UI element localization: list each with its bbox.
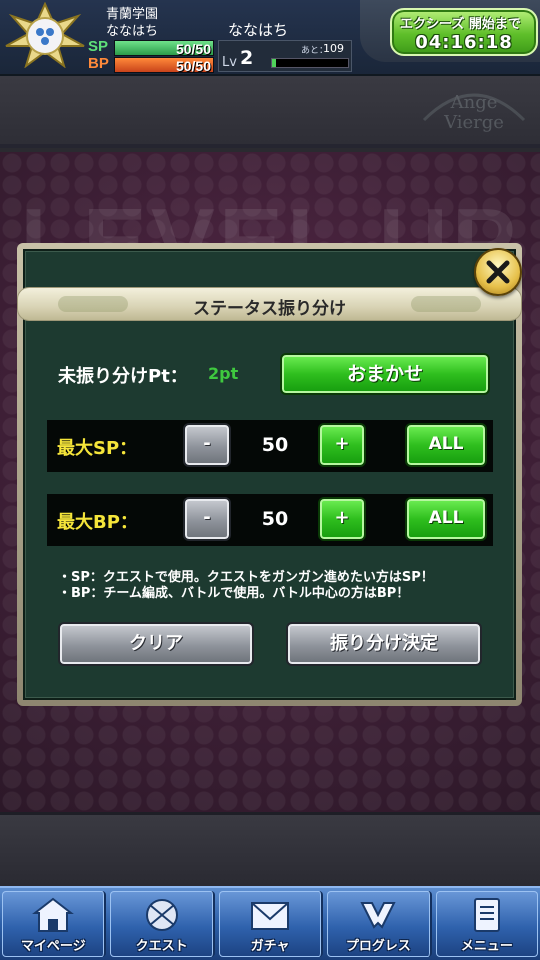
nav-mypage[interactable]: マイページ	[2, 891, 107, 957]
event-panel[interactable]: エクシーズ 開始まで 04:16:18	[360, 0, 540, 62]
bp-minus-button[interactable]: -	[183, 497, 231, 541]
player-name: ななはち	[228, 21, 289, 39]
level-value: 2	[240, 47, 254, 69]
unassigned-points-label: 未振り分けPt：	[58, 366, 188, 387]
close-button[interactable]	[474, 248, 522, 296]
dialog-title-bar: ステータス振り分け	[17, 287, 522, 321]
nav-progress[interactable]: プログレス	[327, 891, 432, 957]
unassigned-points-value: 2pt	[208, 364, 239, 383]
status-header: 青蘭学園 ななはち ななはち SP 50/50 BP 50/50 Lv 2 あと…	[0, 0, 540, 76]
player-name-sub: ななはち	[106, 24, 159, 39]
auto-assign-button[interactable]: おまかせ	[280, 353, 490, 395]
nav-mypage-label: マイページ	[20, 939, 86, 954]
exp-bar	[271, 58, 349, 68]
sp-minus-button[interactable]: -	[183, 423, 231, 467]
max-sp-value: 50	[261, 434, 289, 456]
exp-bar-fill	[272, 59, 276, 67]
quest-emblem-icon	[145, 899, 178, 931]
bottom-nav: マイページ クエスト ガチャ プログレス メニュー	[0, 886, 540, 960]
progress-ribbon-icon	[360, 902, 397, 929]
max-bp-label: 最大BP：	[57, 512, 138, 533]
bp-all-button[interactable]: ALL	[405, 497, 487, 541]
event-countdown-button[interactable]: エクシーズ 開始まで 04:16:18	[390, 8, 538, 56]
level-label: Lv	[222, 55, 237, 70]
event-title: エクシーズ 開始まで	[400, 17, 521, 32]
svg-text:Ange: Ange	[450, 92, 498, 113]
max-bp-row: 最大BP： - 50 + ALL	[47, 494, 493, 546]
clear-button[interactable]: クリア	[58, 622, 254, 666]
bp-label: BP	[88, 55, 109, 72]
event-timer: 04:16:18	[415, 32, 513, 53]
nav-menu-label: メニュー	[460, 939, 513, 954]
background-bottom	[0, 812, 540, 886]
nav-quest-label: クエスト	[135, 939, 188, 954]
svg-text:Vierge: Vierge	[443, 112, 504, 133]
nav-progress-label: プログレス	[345, 939, 411, 954]
game-logo-watermark: Ange Vierge	[414, 80, 534, 140]
confirm-allocation-button[interactable]: 振り分け決定	[286, 622, 482, 666]
dialog-title: ステータス振り分け	[193, 299, 346, 319]
nav-menu[interactable]: メニュー	[435, 891, 539, 957]
home-icon	[32, 897, 75, 932]
envelope-icon	[251, 902, 290, 930]
level-panel: Lv 2 あと： 109	[218, 40, 352, 72]
sp-bar: 50/50	[114, 40, 214, 57]
bp-value: 50/50	[175, 58, 211, 74]
nav-gacha[interactable]: ガチャ	[218, 891, 324, 957]
book-menu-icon	[473, 898, 500, 932]
close-icon	[486, 260, 510, 284]
school-emblem-icon[interactable]	[4, 1, 86, 69]
max-sp-label: 最大SP：	[57, 438, 138, 459]
bp-gauge: BP 50/50	[88, 55, 216, 74]
bp-plus-button[interactable]: +	[318, 497, 366, 541]
nav-gacha-label: ガチャ	[250, 939, 290, 954]
bp-help-note: ・BP：チーム編成、バトルで使用。バトル中心の方はBP！	[58, 586, 410, 601]
bp-bar: 50/50	[114, 57, 214, 74]
sp-plus-button[interactable]: +	[318, 423, 366, 467]
sp-value: 50/50	[175, 41, 211, 57]
max-bp-value: 50	[261, 508, 289, 530]
sp-label: SP	[88, 38, 109, 55]
max-sp-row: 最大SP： - 50 + ALL	[47, 420, 493, 472]
nav-quest[interactable]: クエスト	[110, 891, 215, 957]
sp-gauge: SP 50/50	[88, 38, 216, 57]
exp-remaining-value: 109	[323, 42, 344, 55]
sp-all-button[interactable]: ALL	[405, 423, 487, 467]
